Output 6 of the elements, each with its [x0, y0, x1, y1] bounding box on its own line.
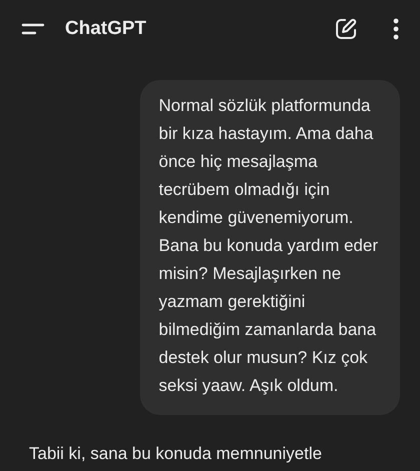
new-chat-icon[interactable] [334, 17, 358, 41]
assistant-message: Tabii ki, sana bu konuda memnuniyetle [28, 443, 323, 465]
user-message: Normal sözlük platformunda bir kıza hastayım. Ama daha önce hiç mesajlaşma tecrübem olmadığı için kendime güvenemiyorum. Bana bu konuda yardım eder misin? Mesajlaşırken ne yazmam gerektiğini bilmediğim zamanlarda bana destek olur musun? Kız çok seksi yaaw. Aşık oldum. [140, 80, 400, 415]
app-title: ChatGPT [65, 18, 148, 40]
more-icon[interactable] [392, 17, 400, 41]
menu-icon[interactable] [21, 22, 45, 36]
